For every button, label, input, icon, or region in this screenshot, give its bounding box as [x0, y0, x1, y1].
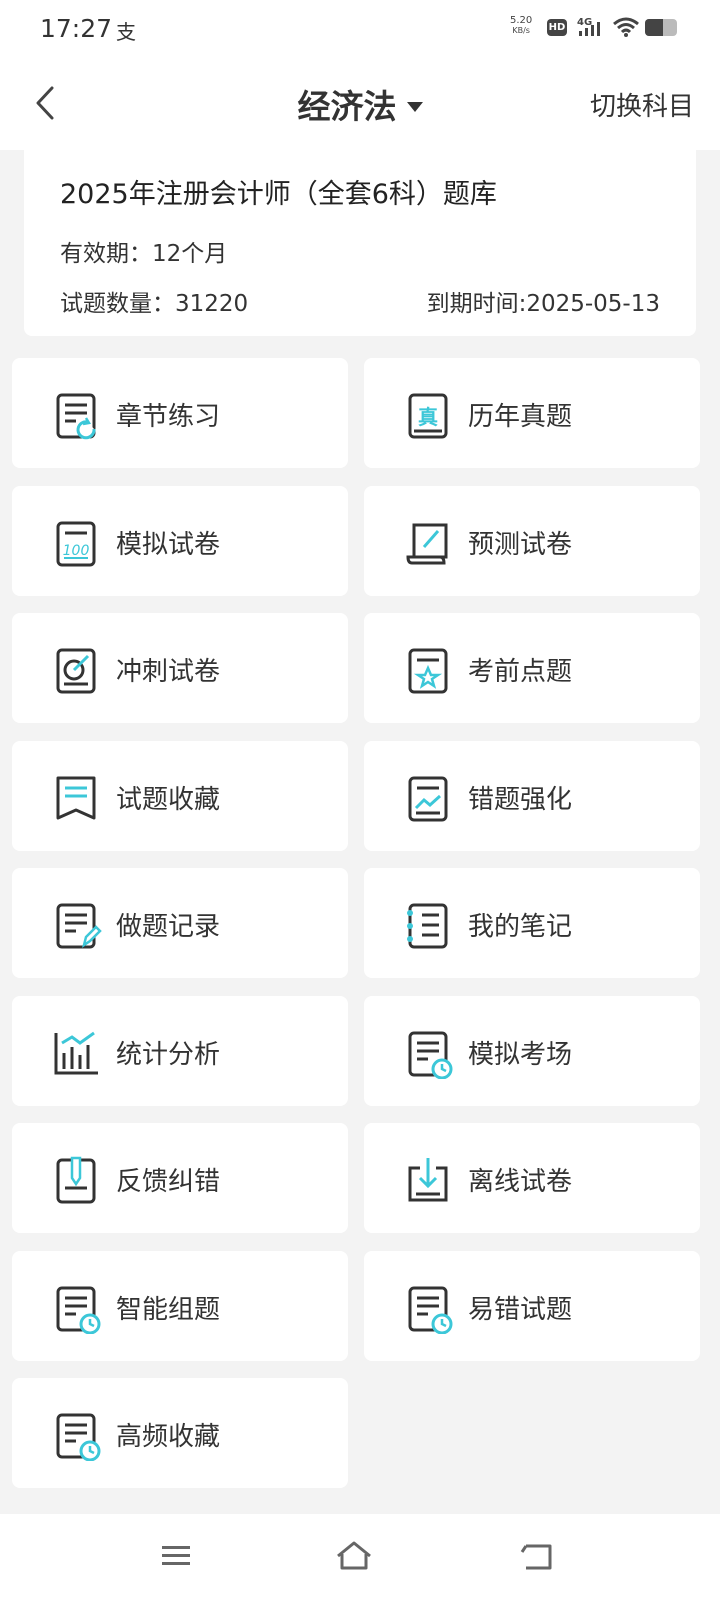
menu-tile-practice-record[interactable]: 做题记录: [12, 868, 348, 978]
menu-tile-error-prone[interactable]: 易错试题: [364, 1250, 700, 1361]
menu-tile-past-exam[interactable]: 真 历年真题: [364, 358, 700, 468]
bank-title: 2025年注册会计师（全套6科）题库: [60, 179, 497, 210]
high-frequency-icon: [56, 1413, 101, 1461]
menu-tile-label: 统计分析: [116, 1039, 221, 1070]
status-time: 17:27: [40, 14, 113, 43]
mock-paper-icon: 100: [56, 521, 96, 566]
network-type: 4G: [577, 17, 592, 28]
expiry-date: 到期时间:2025-05-13: [426, 291, 660, 317]
chapter-practice-icon: [56, 393, 96, 440]
svg-text:100: 100: [63, 543, 90, 559]
menu-tile-feedback[interactable]: 反馈纠错: [12, 1123, 348, 1233]
menu-tile-label: 智能组题: [116, 1294, 221, 1325]
menu-tile-label: 做题记录: [116, 912, 221, 942]
status-bar: 17:27 支 5.20 KB/s HD 4G: [0, 0, 720, 58]
feedback-icon: [56, 1156, 96, 1204]
status-app-icon: 支: [116, 20, 136, 44]
menu-tile-notes[interactable]: 我的笔记: [364, 868, 700, 978]
validity-period: 有效期：12个月: [60, 241, 228, 267]
menu-tile-label: 易错试题: [468, 1294, 573, 1325]
menu-tile-label: 历年真题: [468, 402, 573, 432]
statistics-icon: [54, 1031, 98, 1074]
menu-tile-statistics[interactable]: 统计分析: [12, 995, 348, 1106]
menu-tile-label: 离线试卷: [468, 1167, 573, 1197]
practice-record-icon: [56, 903, 102, 949]
subject-title: 经济法: [297, 87, 397, 126]
menu-tile-label: 反馈纠错: [116, 1167, 221, 1197]
network-speed-unit: KB/s: [512, 26, 530, 35]
menu-tile-chapter-practice[interactable]: 章节练习: [12, 358, 348, 468]
menu-tile-label: 我的笔记: [468, 912, 573, 942]
signal-icon: 4G: [577, 17, 600, 36]
menu-tile-label: 模拟试卷: [116, 529, 221, 560]
menu-tile-label: 高频收藏: [116, 1422, 221, 1452]
menu-tile-label: 预测试卷: [468, 529, 573, 560]
notes-icon: [407, 903, 448, 949]
menu-tile-label: 章节练习: [116, 402, 221, 432]
hd-badge: HD: [547, 19, 567, 36]
smart-compose-icon: [56, 1286, 101, 1334]
question-count: 试题数量：31220: [60, 291, 249, 317]
battery-icon: [645, 19, 677, 36]
menu-tile-label: 模拟考场: [468, 1039, 573, 1070]
back-nav-icon[interactable]: [516, 1536, 560, 1576]
menu-tile-smart-compose[interactable]: 智能组题: [12, 1250, 348, 1361]
menu-tile-label: 错题强化: [468, 784, 573, 815]
menu-tile-label: 冲刺试卷: [116, 657, 221, 687]
svg-text:真: 真: [418, 405, 438, 429]
menu-tile-mock-paper[interactable]: 100 模拟试卷: [12, 485, 348, 596]
favorites-icon: [56, 776, 96, 819]
menu-tile-label: 试题收藏: [116, 784, 221, 815]
past-exam-icon: 真: [408, 393, 448, 439]
system-nav-bar: [0, 1514, 720, 1600]
menu-tile-mock-exam-room[interactable]: 模拟考场: [364, 995, 700, 1106]
mock-exam-room-icon: [408, 1031, 453, 1079]
header: 经济法 切换科目: [0, 58, 720, 150]
offline-download-icon: [408, 1158, 448, 1202]
wifi-icon: [613, 17, 639, 37]
caret-down-icon: [406, 102, 423, 112]
menu-tile-high-frequency[interactable]: 高频收藏: [12, 1378, 348, 1488]
home-icon[interactable]: [332, 1536, 376, 1576]
error-prone-icon: [408, 1286, 453, 1334]
menu-tile-pre-exam-tips[interactable]: 考前点题: [364, 613, 700, 723]
menu-icon[interactable]: [154, 1536, 198, 1576]
network-speed: 5.20 KB/s: [510, 16, 532, 36]
menu-tile-wrong-questions[interactable]: 错题强化: [364, 740, 700, 851]
menu-tile-forecast-paper[interactable]: 预测试卷: [364, 485, 700, 596]
menu-tile-sprint-paper[interactable]: 冲刺试卷: [12, 613, 348, 723]
sprint-paper-icon: [56, 648, 96, 694]
network-speed-value: 5.20: [510, 15, 533, 26]
menu-tile-offline-download[interactable]: 离线试卷: [364, 1123, 700, 1233]
pre-exam-tips-icon: [408, 648, 448, 694]
wrong-questions-icon: [408, 776, 448, 821]
question-bank-info-card: 2025年注册会计师（全套6科）题库 有效期：12个月 试题数量：31220 到…: [24, 150, 696, 336]
menu-tile-label: 考前点题: [468, 657, 573, 687]
menu-tile-favorites[interactable]: 试题收藏: [12, 740, 348, 851]
forecast-paper-icon: [406, 523, 448, 564]
switch-subject-button[interactable]: 切换科目: [590, 86, 694, 123]
